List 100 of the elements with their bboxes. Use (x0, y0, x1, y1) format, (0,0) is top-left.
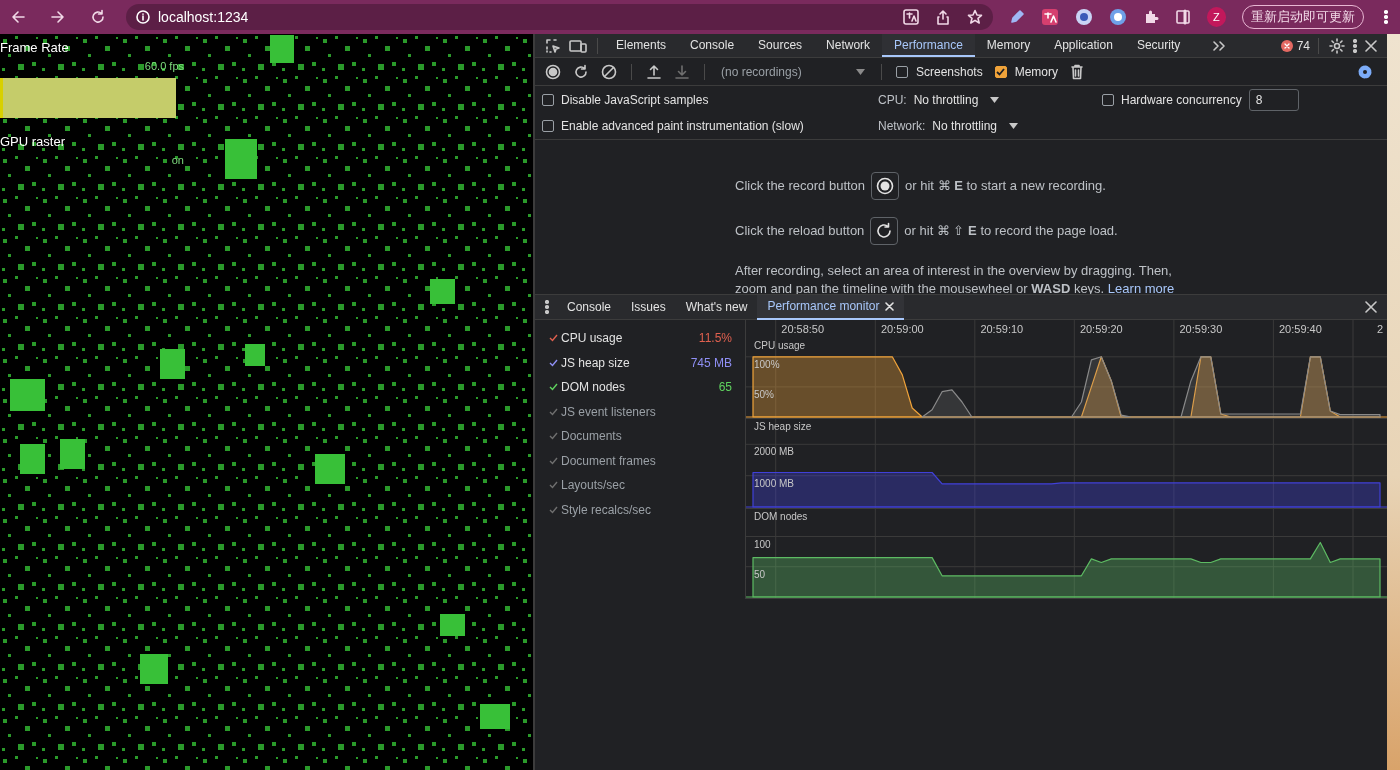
checkmark-icon[interactable] (549, 505, 558, 514)
throttling-label: CPU: (878, 92, 907, 109)
profile-avatar[interactable]: Z (1206, 7, 1226, 27)
record-button[interactable] (871, 172, 900, 200)
checkbox[interactable] (1102, 94, 1114, 106)
address-bar[interactable]: localhost:1234 (126, 4, 993, 30)
kebab-menu-icon (545, 300, 549, 314)
drawer-tab[interactable]: Issues (621, 294, 676, 320)
metric-label: Documents (561, 429, 622, 444)
devtools-tab[interactable]: Network (814, 34, 883, 57)
circle-icon (1074, 8, 1093, 26)
upload-icon (646, 63, 662, 80)
time-label: 2 (1376, 323, 1384, 335)
error-counter[interactable]: 74 (1280, 36, 1310, 55)
gpu-raster-label: GPU raster (0, 133, 65, 151)
learn-more-link[interactable]: Learn more (1107, 281, 1175, 296)
axis-label: 100 (754, 538, 771, 550)
download-icon (674, 63, 690, 80)
metric-label: Style recalcs/sec (561, 502, 652, 517)
metric-value: 65 (718, 379, 732, 397)
devtools-tab[interactable]: Memory (974, 34, 1043, 57)
sidebar-icon (1174, 9, 1191, 25)
setting-label: Hardware concurrency (1121, 92, 1242, 109)
checkbox[interactable] (896, 65, 908, 78)
axis-label: 100% (754, 358, 780, 370)
fps-reading: 60.0 fps (144, 59, 184, 72)
checkmark-icon[interactable] (549, 383, 558, 392)
checkmark-icon[interactable] (549, 334, 558, 343)
checkmark-icon[interactable] (549, 407, 558, 416)
translate-badge-icon (1040, 8, 1059, 26)
checkmark-icon[interactable] (549, 358, 558, 367)
hint-text: Click the record button (735, 177, 866, 196)
kebab-menu-icon (1353, 38, 1357, 53)
hint-text: Click the reload button (735, 222, 865, 241)
checkbox[interactable] (994, 65, 1007, 78)
address-text: localhost:1234 (158, 7, 249, 27)
devtools-tab[interactable]: Sources (746, 34, 815, 57)
devtools-tab[interactable]: Application (1042, 34, 1125, 57)
device-icon (569, 37, 587, 54)
metric-label: CPU usage (561, 331, 623, 346)
metric-value: 745 MB (690, 354, 732, 372)
info-icon (136, 10, 150, 24)
settings-icon (1357, 63, 1373, 80)
throttling-select[interactable]: No throttling (913, 91, 1000, 109)
caret-icon (1009, 123, 1019, 129)
axis-label: 1000 MB (754, 477, 795, 489)
chart-title: DOM nodes (754, 511, 808, 522)
caret-icon (856, 68, 865, 75)
error-icon (1280, 39, 1293, 52)
time-label: 20:59:40 (1279, 323, 1322, 335)
devtools-tab[interactable]: Elements (604, 34, 679, 57)
devtools-tab[interactable]: Performance (882, 34, 975, 57)
checkmark-icon[interactable] (549, 432, 558, 441)
recordings-select[interactable]: (no recordings) (715, 62, 871, 81)
settings-icon (1329, 37, 1345, 54)
reload-icon (573, 63, 589, 80)
axis-label: 50 (754, 568, 766, 580)
metric-label: JS event listeners (561, 404, 656, 419)
close-icon (1365, 39, 1377, 52)
chart-title: CPU usage (754, 340, 806, 351)
time-label: 20:59:20 (1079, 323, 1123, 335)
reload-icon (875, 222, 894, 240)
record-icon (876, 177, 895, 195)
devtools-tab[interactable]: Console (678, 34, 747, 57)
throttling-label: Network: (878, 118, 926, 135)
metric-value: 11.5% (698, 330, 732, 348)
time-label: 20:59:30 (1179, 323, 1223, 335)
input-field[interactable]: 8 (1248, 89, 1299, 111)
forward-arrow-icon (50, 9, 66, 25)
metric-label: Document frames (561, 453, 656, 468)
axis-label: 2000 MB (754, 446, 795, 458)
checkmark-icon[interactable] (549, 456, 558, 465)
drawer-tab[interactable]: Console (557, 294, 622, 320)
drawer-tab[interactable]: Performance monitor (757, 294, 905, 320)
devtools-tab[interactable]: Security (1124, 34, 1193, 57)
axis-label: 50% (754, 388, 774, 400)
hint-text: or hit ⌘ E to start a new recording. (905, 177, 1106, 196)
checkbox[interactable] (542, 120, 554, 132)
close-icon (1365, 301, 1377, 313)
metric-label: DOM nodes (561, 380, 626, 395)
time-label: 20:59:00 (880, 323, 924, 335)
caret-icon (990, 97, 1000, 103)
inspect-icon (545, 37, 561, 54)
clear-icon (601, 63, 617, 80)
chart-title: JS heap size (754, 421, 812, 432)
setting-label: Enable advanced paint instrumentation (slow) (561, 118, 804, 135)
pen-icon (1008, 9, 1025, 25)
checkbox[interactable] (542, 94, 554, 106)
metric-label: JS heap size (561, 355, 630, 370)
reload-button[interactable] (870, 217, 899, 245)
frame-rate-label: Frame Rate (0, 39, 69, 57)
reload-icon (90, 9, 106, 25)
throttling-select[interactable]: No throttling (932, 117, 1019, 135)
setting-label: Disable JavaScript samples (561, 92, 709, 109)
option-label: Screenshots (916, 63, 983, 81)
hint-text: or hit ⌘ ⇧ E to record the page load. (904, 222, 1118, 241)
checkmark-icon[interactable] (549, 481, 558, 490)
metric-label: Layouts/sec (561, 478, 626, 493)
gpu-raster-value: on (171, 153, 184, 166)
option-label: Memory (1014, 63, 1059, 81)
